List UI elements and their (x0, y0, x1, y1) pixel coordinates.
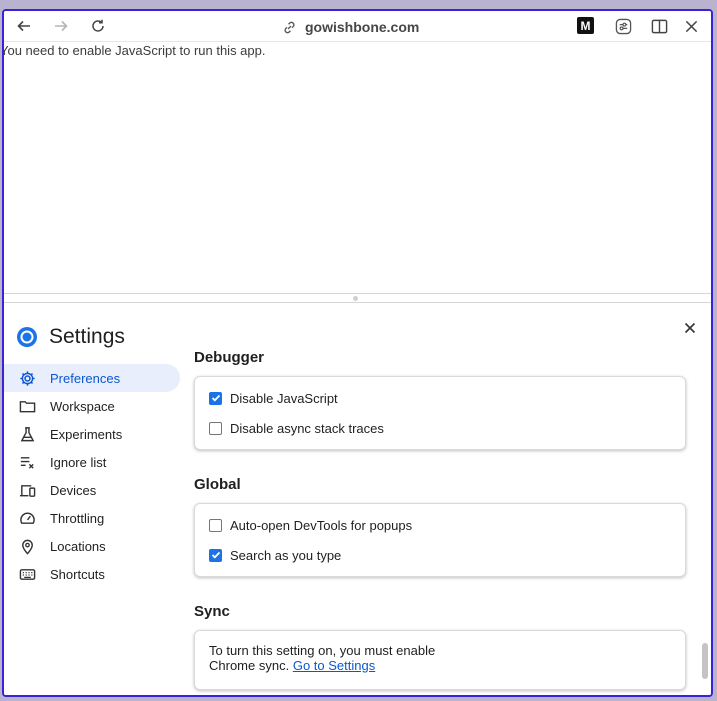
extension-m-logo: M (580, 18, 591, 33)
close-window-button[interactable] (681, 16, 701, 36)
sidebar-item-experiments[interactable]: Experiments (4, 420, 180, 448)
sync-message: To turn this setting on, you must enable… (209, 637, 671, 681)
split-panel-icon (651, 19, 667, 33)
option-disable-javascript[interactable]: Disable JavaScript (209, 383, 671, 413)
settings-content: Debugger Disable JavaScript Disable asyn… (194, 333, 686, 690)
sidebar-item-label: Locations (50, 538, 106, 554)
checkbox-unchecked-icon[interactable] (209, 421, 222, 435)
resize-grip-icon (353, 296, 358, 301)
checkbox-unchecked-icon[interactable] (209, 518, 222, 532)
sidebar-item-workspace[interactable]: Workspace (4, 392, 180, 420)
arrow-left-icon (17, 20, 30, 32)
sidebar-item-ignore-list[interactable]: Ignore list (4, 448, 180, 476)
option-label: Disable JavaScript (230, 390, 338, 406)
devices-icon (18, 481, 36, 499)
sidebar-item-label: Throttling (50, 510, 105, 526)
devtools-panel: Settings Preferences Workspace Experimen… (4, 303, 711, 695)
speedometer-icon (18, 509, 36, 527)
url-host: gowishbone.com (305, 19, 420, 35)
page-message: You need to enable JavaScript to run thi… (2, 43, 266, 58)
sidebar-item-devices[interactable]: Devices (4, 476, 180, 504)
sidebar-item-label: Devices (50, 482, 97, 498)
location-pin-icon (18, 537, 36, 555)
reload-icon (92, 19, 104, 32)
settings-title: Settings (49, 325, 125, 348)
sidebar-item-preferences[interactable]: Preferences (4, 364, 180, 392)
settings-scrollbar[interactable] (702, 643, 708, 679)
checkbox-checked-icon[interactable] (209, 548, 222, 562)
extension-m-button[interactable]: M (577, 17, 594, 34)
reload-button[interactable] (88, 16, 108, 36)
settings-sidebar: Preferences Workspace Experiments Ignore… (4, 364, 182, 588)
toggles-icon (615, 18, 631, 34)
sidebar-item-label: Ignore list (50, 454, 107, 470)
chrome-devtools-logo-icon (17, 327, 37, 347)
gear-icon (18, 369, 36, 387)
devtools-resize-handle[interactable] (4, 293, 711, 303)
extension-toggle-button[interactable] (613, 16, 633, 36)
section-title-sync: Sync (194, 603, 230, 620)
sidebar-item-throttling[interactable]: Throttling (4, 504, 180, 532)
sidebar-item-label: Experiments (50, 426, 123, 442)
checkbox-unchecked-icon[interactable] (209, 690, 222, 691)
back-button[interactable] (14, 16, 34, 36)
section-title-debugger: Debugger (194, 349, 265, 366)
link-icon (284, 21, 295, 33)
arrow-right-icon (55, 20, 68, 32)
sidebar-item-locations[interactable]: Locations (4, 532, 180, 560)
settings-header: Settings (16, 325, 125, 349)
global-card: Auto-open DevTools for popups Search as … (194, 503, 686, 577)
sidebar-item-label: Shortcuts (50, 566, 105, 582)
debugger-card: Disable JavaScript Disable async stack t… (194, 376, 686, 450)
ignore-list-icon (18, 453, 36, 471)
sync-text-line1: To turn this setting on, you must enable (209, 643, 436, 658)
section-title-global: Global (194, 476, 241, 493)
option-disable-async-stack-traces[interactable]: Disable async stack traces (209, 413, 671, 443)
option-label: Auto-open DevTools for popups (230, 517, 413, 533)
go-to-settings-link[interactable]: Go to Settings (293, 658, 375, 673)
browser-window: gowishbone.com M You need to enable Java… (2, 9, 713, 697)
address-bar[interactable]: gowishbone.com (282, 17, 419, 37)
sync-text-line2: Chrome sync. (209, 658, 290, 673)
option-label: Disable async stack traces (230, 420, 384, 436)
sidebar-item-shortcuts[interactable]: Shortcuts (4, 560, 180, 588)
folder-icon (18, 397, 36, 415)
keyboard-icon (18, 565, 36, 583)
sync-card: To turn this setting on, you must enable… (194, 630, 686, 690)
option-label: Search as you type (230, 547, 342, 563)
browser-toolbar: gowishbone.com M (4, 11, 711, 42)
sidebar-item-label: Workspace (50, 398, 115, 414)
forward-button[interactable] (51, 16, 71, 36)
flask-icon (18, 425, 36, 443)
checkbox-checked-icon[interactable] (209, 391, 222, 405)
split-view-button[interactable] (649, 16, 669, 36)
close-icon (685, 20, 697, 32)
sidebar-item-label: Preferences (50, 370, 121, 386)
option-search-as-you-type[interactable]: Search as you type (209, 540, 671, 570)
option-auto-open-devtools[interactable]: Auto-open DevTools for popups (209, 510, 671, 540)
option-sync-partial[interactable] (209, 681, 671, 691)
